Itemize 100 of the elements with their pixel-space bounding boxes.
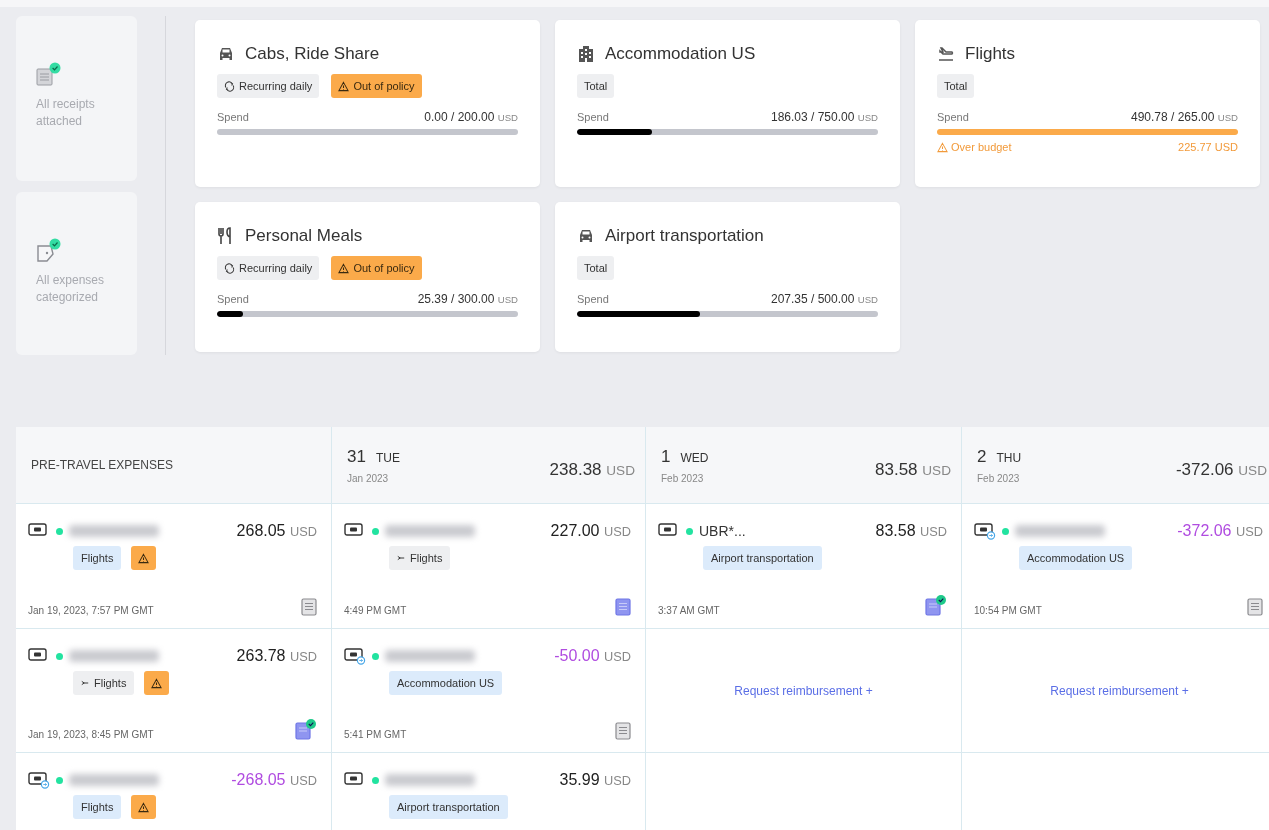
building-icon xyxy=(577,45,595,63)
expense-time: 10:54 PM GMT xyxy=(974,605,1042,616)
expense-item[interactable]: -50.00 USD Accommodation US 5:41 PM GMT xyxy=(332,629,645,752)
category-tag: Flights xyxy=(389,546,451,570)
expense-time: 3:37 AM GMT xyxy=(658,605,720,616)
request-reimbursement-link[interactable]: Request reimbursement + xyxy=(1050,683,1189,698)
expense-item[interactable]: UBR*... 83.58 USD Airport transportation 3:37 AM GMT xyxy=(646,504,961,628)
expense-item[interactable]: 263.78 USD Flights Jan 19, 2023, 8:45 PM GMT xyxy=(16,629,331,752)
over-budget-label: Over budget xyxy=(937,141,1012,153)
receipt-checked-icon[interactable] xyxy=(925,594,947,616)
spend-amount: 0.00 / 200.00 USD xyxy=(424,110,518,124)
status-dot xyxy=(686,527,693,535)
budget-card[interactable]: Personal Meals Recurring daily Out of policy Spend 25.39 / 300.00 USD xyxy=(195,202,540,352)
day-number: 31 xyxy=(347,446,366,467)
receipt-icon[interactable] xyxy=(301,598,317,616)
category-tag: Airport transportation xyxy=(389,795,508,819)
period-tag: Total xyxy=(937,74,975,98)
period-tag: Total xyxy=(577,256,615,280)
warning-icon xyxy=(138,552,150,564)
expense-amount: 263.78 USD xyxy=(236,647,317,665)
spend-label: Spend xyxy=(217,293,249,305)
plane-departure-icon xyxy=(937,46,955,62)
weekday: THU xyxy=(996,450,1022,465)
budget-card[interactable]: Accommodation US Total Spend 186.03 / 750.00 USD xyxy=(555,20,900,187)
month-year: Feb 2023 xyxy=(977,472,1021,484)
expense-item[interactable]: -372.06 USD Accommodation US 10:54 PM GMT xyxy=(962,504,1269,628)
repeat-icon xyxy=(224,80,235,92)
recurring-tag: Recurring daily xyxy=(217,74,320,98)
column-title: PRE-TRAVEL EXPENSES xyxy=(31,458,174,472)
category-tag: Airport transportation xyxy=(703,546,822,570)
spend-amount: 207.35 / 500.00 USD xyxy=(771,292,878,306)
status-label: All expenses categorized xyxy=(36,272,106,306)
status-dot xyxy=(372,776,379,784)
spend-amount: 186.03 / 750.00 USD xyxy=(771,110,878,124)
expense-time: 5:41 PM GMT xyxy=(344,729,407,740)
day-number: 1 xyxy=(661,446,671,467)
status-dot xyxy=(56,652,63,660)
expense-amount: -268.05 USD xyxy=(231,771,317,789)
day-total: -372.06 USD xyxy=(1175,460,1267,480)
weekday: WED xyxy=(680,450,709,465)
status-dot xyxy=(372,527,379,535)
policy-tag: Out of policy xyxy=(331,256,422,280)
plane-icon xyxy=(397,554,405,562)
expense-item[interactable]: 227.00 USD Flights 4:49 PM GMT xyxy=(332,504,645,628)
budget-card[interactable]: Cabs, Ride Share Recurring daily Out of policy Spend 0.00 / 200.00 USD xyxy=(195,20,540,187)
warning-icon xyxy=(338,80,350,92)
budget-card[interactable]: Flights Total Spend 490.78 / 265.00 USD Over budget 225.77 USD xyxy=(915,20,1260,187)
expense-time: Jan 19, 2023, 7:57 PM GMT xyxy=(28,605,154,616)
repeat-icon xyxy=(224,262,235,274)
budget-title: Flights xyxy=(965,44,1016,64)
warning-icon xyxy=(937,141,948,153)
spend-label: Spend xyxy=(577,293,609,305)
day-number: 2 xyxy=(977,446,987,467)
weekday: TUE xyxy=(375,450,400,465)
expense-item[interactable]: 35.99 USD Airport transportation xyxy=(332,753,645,830)
expense-time: 4:49 PM GMT xyxy=(344,605,407,616)
expense-amount: 227.00 USD xyxy=(550,522,631,540)
expense-amount: 35.99 USD xyxy=(559,771,631,789)
warning-icon xyxy=(338,262,350,274)
receipt-icon[interactable] xyxy=(615,722,631,740)
expense-item[interactable]: 268.05 USD Flights Jan 19, 2023, 7:57 PM GMT xyxy=(16,504,331,628)
expense-time: Jan 19, 2023, 8:45 PM GMT xyxy=(28,729,154,740)
request-reimbursement-link[interactable]: Request reimbursement + xyxy=(734,683,873,698)
car-icon xyxy=(577,228,595,244)
day-total: 238.38 USD xyxy=(549,460,635,480)
category-tag: Accommodation US xyxy=(389,671,503,695)
day-total: 83.58 USD xyxy=(875,460,951,480)
budget-title: Airport transportation xyxy=(605,226,764,246)
status-label: All receipts attached xyxy=(36,96,96,130)
category-tag: Flights xyxy=(73,546,122,570)
budget-title: Cabs, Ride Share xyxy=(245,44,380,64)
spend-label: Spend xyxy=(937,111,969,123)
category-tag: Flights xyxy=(73,795,122,819)
status-dot xyxy=(56,776,63,784)
spend-amount: 490.78 / 265.00 USD xyxy=(1131,110,1238,124)
status-dot xyxy=(1002,527,1009,535)
expense-item[interactable]: -268.05 USD Flights xyxy=(16,753,331,830)
warning-icon xyxy=(151,677,163,689)
car-icon xyxy=(217,46,235,62)
month-year: Jan 2023 xyxy=(347,472,390,484)
spend-label: Spend xyxy=(217,111,249,123)
receipt-checked-icon[interactable] xyxy=(295,718,317,740)
spend-amount: 25.39 / 300.00 USD xyxy=(417,292,518,306)
spend-label: Spend xyxy=(577,111,609,123)
status-dot xyxy=(372,652,379,660)
recurring-tag: Recurring daily xyxy=(217,256,320,280)
receipt-icon[interactable] xyxy=(1247,598,1263,616)
month-year: Feb 2023 xyxy=(661,472,705,484)
receipt-icon[interactable] xyxy=(615,598,631,616)
category-tag: Accommodation US xyxy=(1019,546,1133,570)
budget-card[interactable]: Airport transportation Total Spend 207.35 / 500.00 USD xyxy=(555,202,900,352)
budget-title: Accommodation US xyxy=(605,44,756,64)
expense-amount: -372.06 USD xyxy=(1177,522,1263,540)
merchant-name: UBR*... xyxy=(699,523,746,539)
warning-icon xyxy=(138,801,150,813)
category-tag: Flights xyxy=(73,671,135,695)
expense-amount: -50.00 USD xyxy=(554,647,631,665)
budget-title: Personal Meals xyxy=(245,226,363,246)
expense-amount: 83.58 USD xyxy=(875,522,947,540)
status-dot xyxy=(56,527,63,535)
